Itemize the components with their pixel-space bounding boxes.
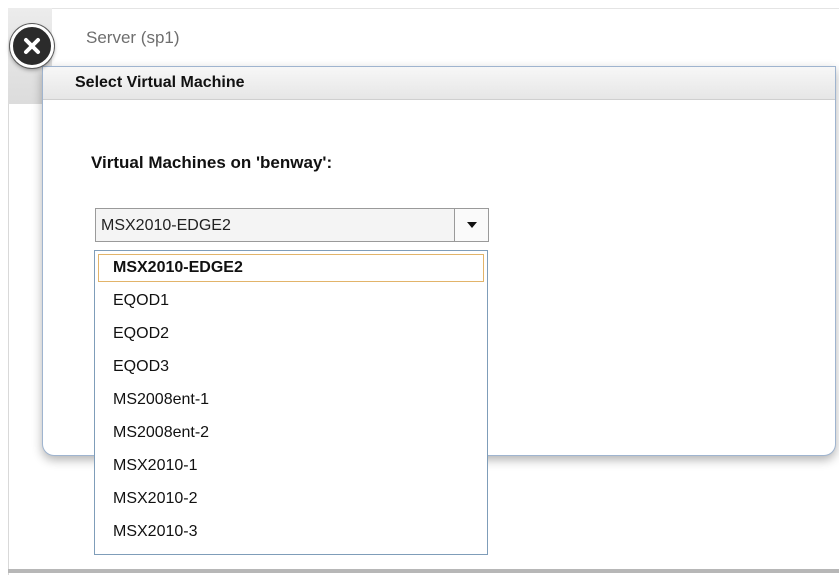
close-icon	[24, 38, 40, 54]
list-item[interactable]: EQOD2	[98, 320, 484, 348]
list-item[interactable]: MSX2010-2	[98, 485, 484, 513]
list-item[interactable]: MS2008ent-1	[98, 386, 484, 414]
list-item[interactable]: EQOD1	[98, 287, 484, 315]
dialog-header: Select Virtual Machine	[43, 67, 835, 100]
close-button[interactable]	[10, 24, 54, 68]
list-item[interactable]: MSX2010-1	[98, 452, 484, 480]
dialog-title: Select Virtual Machine	[75, 74, 245, 91]
list-item[interactable]: MS2008ent-2	[98, 419, 484, 447]
vm-select-value: MSX2010-EDGE2	[101, 217, 231, 234]
vm-select-combobox[interactable]: MSX2010-EDGE2	[95, 208, 489, 242]
vm-dropdown-list[interactable]: MSX2010-EDGE2 EQOD1 EQOD2 EQOD3 MS2008en…	[94, 250, 488, 555]
chevron-down-icon	[466, 222, 477, 228]
dropdown-toggle-button[interactable]	[454, 209, 488, 241]
background-window-title: Server (sp1)	[86, 28, 180, 47]
list-item[interactable]: MSX2010-3	[98, 518, 484, 546]
vm-list-label: Virtual Machines on 'benway':	[91, 153, 333, 172]
background-window-bottom-border	[8, 569, 839, 573]
list-item-selected[interactable]: MSX2010-EDGE2	[98, 254, 484, 282]
list-item[interactable]: EQOD3	[98, 353, 484, 381]
